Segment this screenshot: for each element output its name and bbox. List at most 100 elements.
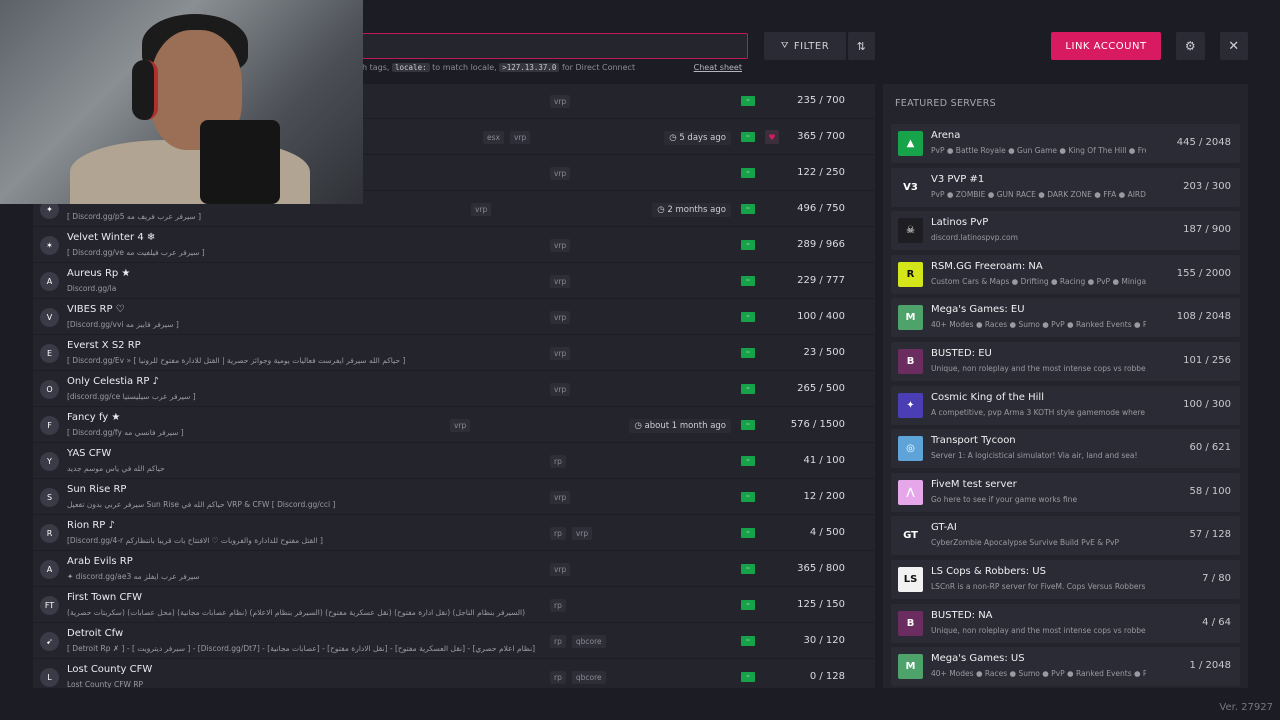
player-count: 122 / 250	[797, 167, 845, 178]
server-name: Arab Evils RP	[67, 556, 133, 567]
server-tag[interactable]: vrp	[550, 347, 571, 360]
server-tag[interactable]: qbcore	[571, 635, 606, 648]
last-updated-badge: ◷ 2 months ago	[652, 203, 731, 217]
featured-server-item[interactable]: LS LS Cops & Robbers: US LSCnR is a non-RP…	[891, 560, 1240, 599]
featured-player-count: 100 / 300	[1183, 398, 1231, 410]
server-icon: O	[40, 380, 59, 399]
locale-flag-icon: ~	[741, 600, 755, 610]
featured-server-item[interactable]: R RSM.GG Freeroam: NA Custom Cars & Maps ●…	[891, 254, 1240, 294]
server-tag[interactable]: rp	[550, 527, 566, 540]
server-tag[interactable]: vrp	[550, 383, 571, 396]
locale-flag-icon: ~	[741, 492, 755, 502]
server-tag[interactable]: rp	[550, 455, 566, 468]
server-tag[interactable]: rp	[550, 599, 566, 612]
server-row[interactable]: R Rion RP ♪ [Discord.gg/4-r القتل مفتوح لل…	[33, 516, 875, 551]
featured-server-description: 40+ Modes ● Races ● Sumo ● PvP ● Ranked …	[931, 320, 1146, 330]
server-description: حياكم الله في ياس موسم جديد	[67, 464, 165, 473]
featured-server-name: Latinos PvP	[931, 217, 989, 229]
featured-server-item[interactable]: M Mega's Games: EU 40+ Modes ● Races ● Sum…	[891, 298, 1240, 338]
server-row[interactable]: O Only Celestia RP ♪ [discord.gg/ce سيرفر …	[33, 372, 875, 407]
server-tag[interactable]: vrp	[550, 491, 571, 504]
featured-server-item[interactable]: B BUSTED: EU Unique, non roleplay and the …	[891, 342, 1240, 381]
locale-flag-icon: ~	[741, 204, 755, 214]
player-count: 289 / 966	[797, 239, 845, 250]
server-tag[interactable]: qbcore	[571, 671, 606, 684]
player-count: 4 / 500	[809, 527, 845, 538]
clock-icon: ◷	[657, 205, 668, 215]
featured-server-item[interactable]: ☠ Latinos PvP discord.latinospvp.com 187 / …	[891, 211, 1240, 251]
server-tag[interactable]: vrp	[550, 167, 571, 180]
server-description: [discord.gg/ce سيرفر عرب سيليستيا ]	[67, 392, 196, 401]
player-count: 229 / 777	[797, 275, 845, 286]
featured-server-name: Cosmic King of the Hill	[931, 391, 1044, 403]
server-description: [Discord.gg/4-r القتل مفتوح للدادارة وال…	[67, 536, 323, 545]
server-tag[interactable]: vrp	[550, 275, 571, 288]
server-row[interactable]: A Aureus Rp ★ Discord.gg/la vrp ~229 / 777	[33, 264, 875, 299]
server-row[interactable]: ✶ Velvet Winter 4 ❄ [ Discord.gg/ve سيرفر …	[33, 228, 875, 263]
server-row[interactable]: L Lost County CFW Lost County CFW RP rp qbco…	[33, 660, 875, 688]
server-icon: R	[40, 524, 59, 543]
featured-server-icon: M	[898, 654, 923, 680]
last-updated-text: about 1 month ago	[644, 421, 726, 431]
server-row[interactable]: E Everst X S2 RP [ Discord.gg/Ev » [ حياكم…	[33, 336, 875, 371]
last-updated-badge: ◷ about 1 month ago	[629, 419, 731, 433]
featured-server-name: BUSTED: EU	[931, 348, 992, 359]
server-tag[interactable]: rp	[550, 671, 566, 684]
featured-server-item[interactable]: ◎ Transport Tycoon Server 1: A logicistica…	[891, 429, 1240, 469]
featured-server-item[interactable]: GT GT-AI CyberZombie Apocalypse Survive Bu…	[891, 516, 1240, 556]
server-row[interactable]: S Sun Rise RP سيرفر عربي بدون تفعيل Sun Ri…	[33, 480, 875, 515]
locale-flag-icon: ~	[741, 168, 755, 178]
server-description: Lost County CFW RP	[67, 680, 144, 688]
server-row[interactable]: V VIBES RP ♡ [Discord.gg/vvi سيرفر فايبز م…	[33, 300, 875, 335]
server-row[interactable]: F Fancy fy ★ [ Discord.gg/fy سيرفر فانسي م…	[33, 408, 875, 443]
server-tag[interactable]: vrp	[571, 527, 593, 540]
featured-player-count: 4 / 64	[1202, 616, 1231, 628]
server-description: [ Discord.gg/ve سيرفر عرب فيلفيت مه ]	[67, 248, 205, 257]
player-count: 365 / 800	[797, 563, 845, 574]
server-description: سيرفر عربي بدون تفعيل Sun Rise حياكم الل…	[67, 500, 336, 509]
server-row[interactable]: Y YAS CFW حياكم الله في ياس موسم جديد rp ~41…	[33, 444, 875, 479]
sort-button[interactable]: ⇅	[848, 32, 875, 60]
player-count: 23 / 500	[803, 347, 845, 358]
featured-server-item[interactable]: ⋀ FiveM test server Go here to see if your…	[891, 472, 1240, 512]
server-description: [Discord.gg/vvi سيرفر فايبز مه ]	[67, 320, 179, 329]
server-tag[interactable]: vrp	[550, 95, 571, 108]
gear-icon: ⚙	[1184, 39, 1197, 53]
featured-server-icon: R	[898, 261, 923, 287]
player-count: 365 / 700	[797, 131, 845, 142]
link-account-button[interactable]: LINK ACCOUNT	[1051, 32, 1161, 60]
server-tags: vrp	[550, 563, 571, 576]
search-input[interactable]	[362, 33, 748, 59]
locale-flag-icon: ~	[741, 96, 755, 106]
featured-server-item[interactable]: M Mega's Games: US 40+ Modes ● Races ● Sum…	[891, 647, 1240, 687]
featured-server-item[interactable]: V3 V3 PVP #1 PvP ● ZOMBIE ● GUN RACE ● DAR…	[891, 167, 1240, 207]
server-row[interactable]: FT First Town CFW (سكريتات حصرية) (محل عصا…	[33, 588, 875, 623]
server-tag[interactable]: esx	[483, 131, 504, 144]
locale-flag-icon: ~	[741, 312, 755, 322]
server-tag[interactable]: vrp	[550, 563, 571, 576]
close-button[interactable]: ✕	[1220, 32, 1248, 60]
locale-flag-icon: ~	[741, 564, 755, 574]
featured-server-item[interactable]: ▲ Arena PvP ● Battle Royale ● Gun Game ● K…	[891, 124, 1240, 163]
clock-icon: ◷	[634, 421, 645, 431]
settings-button[interactable]: ⚙	[1176, 32, 1205, 60]
server-tag[interactable]: vrp	[450, 419, 471, 432]
locale-flag-icon: ~	[741, 528, 755, 538]
server-name: Only Celestia RP ♪	[67, 376, 159, 387]
server-row[interactable]: ➹ Detroit Cfw [ Detroit Rp ✗ ] - [ سيرفر د…	[33, 624, 875, 659]
featured-server-item[interactable]: B BUSTED: NA Unique, non roleplay and the …	[891, 603, 1240, 643]
filter-button[interactable]: ⛛ FILTER	[764, 32, 846, 60]
featured-server-item[interactable]: ✦ Cosmic King of the Hill A competitive, p…	[891, 385, 1240, 425]
featured-server-description: A competitive, pvp Arma 3 KOTH style gam…	[931, 407, 1146, 417]
server-row[interactable]: A Arab Evils RP ✦ discord.gg/ae3 سيرفر عرب…	[33, 552, 875, 587]
player-count: 576 / 1500	[790, 419, 845, 430]
featured-player-count: 1 / 2048	[1189, 660, 1231, 672]
server-tag[interactable]: vrp	[509, 131, 531, 144]
featured-server-description: LSCnR is a non-RP server for FiveM. Cops…	[931, 582, 1146, 591]
server-tag[interactable]: rp	[550, 635, 566, 648]
cheat-sheet-link[interactable]: Cheat sheet	[694, 63, 742, 72]
server-tag[interactable]: vrp	[471, 203, 492, 216]
server-tag[interactable]: vrp	[550, 239, 571, 252]
hint-code-locale: locale:	[392, 63, 430, 72]
server-tag[interactable]: vrp	[550, 311, 571, 324]
